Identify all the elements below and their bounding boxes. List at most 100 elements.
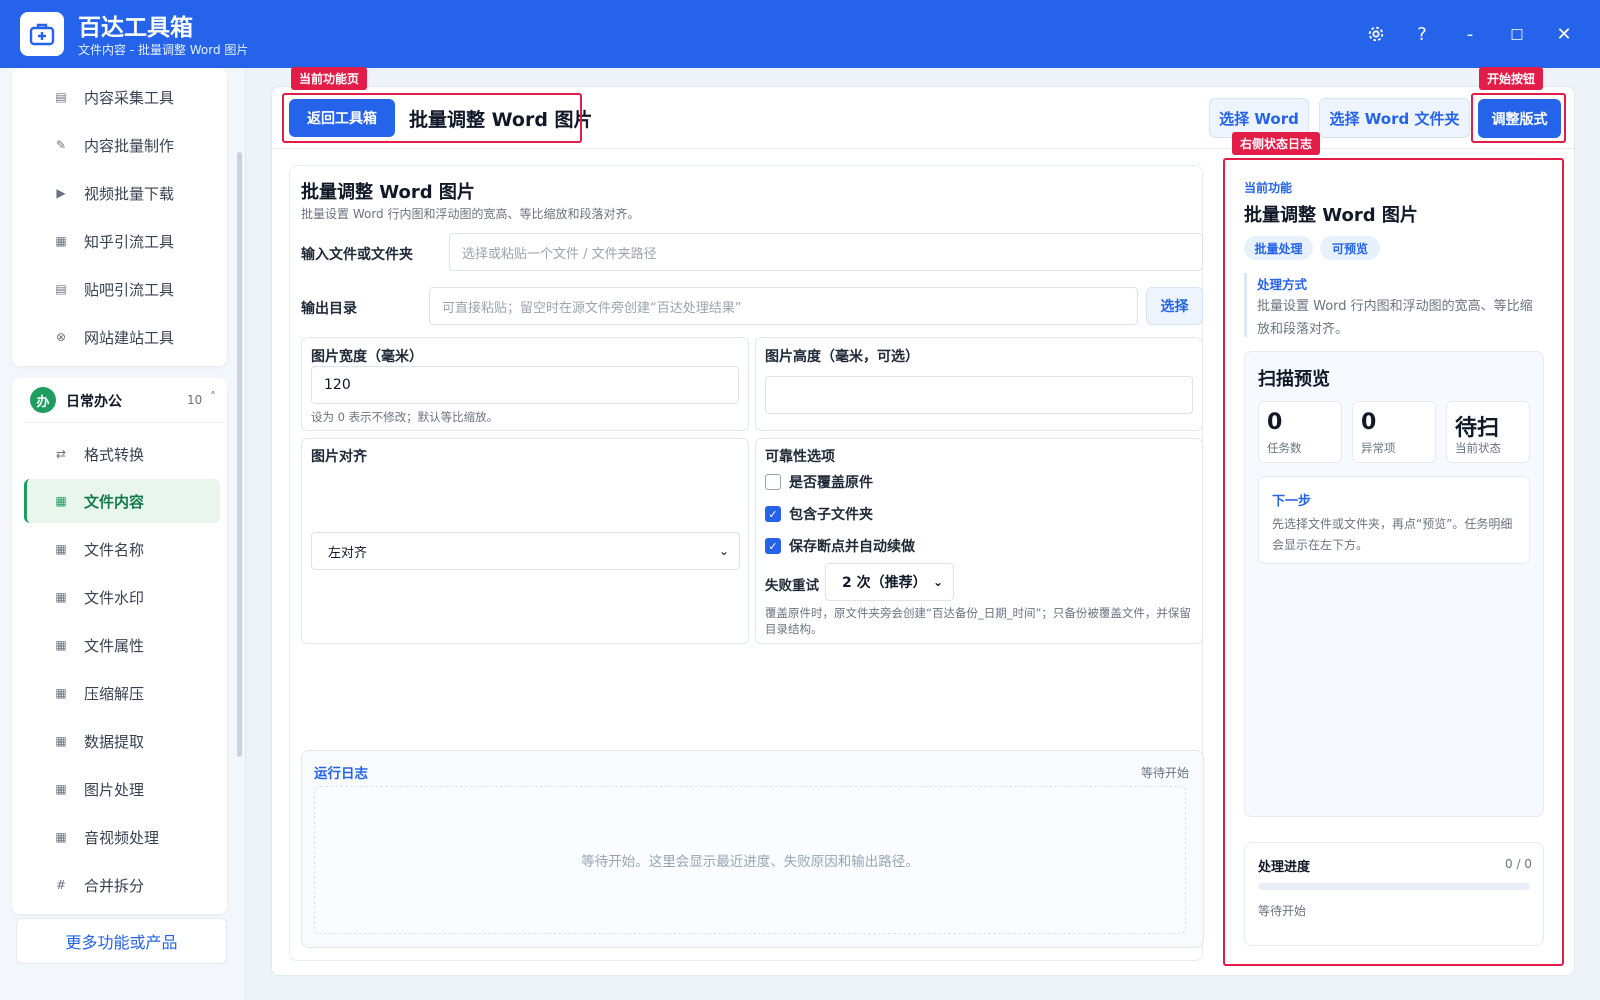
divider (24, 422, 224, 423)
sidebar-item-label: 内容采集工具 (84, 88, 175, 107)
method-title: 处理方式 (1257, 277, 1308, 292)
run-log-content: 等待开始。这里会显示最近进度、失败原因和输出路径。 (314, 786, 1186, 934)
sidebar-item-label: 知乎引流工具 (84, 232, 175, 251)
office-badge-icon: 办 (30, 387, 56, 413)
method-text: 批量设置 Word 行内图和浮动图的宽高、等比缩放和段落对齐。 (1257, 299, 1533, 337)
sidebar-item-compress[interactable]: ▦ 压缩解压 (24, 671, 220, 715)
form-description: 批量设置 Word 行内图和浮动图的宽高、等比缩放和段落对齐。 (301, 207, 640, 221)
reliability-label: 可靠性选项 (765, 449, 835, 465)
chevron-down-icon: ⌄ (718, 544, 729, 558)
sidebar-item-label: 内容批量制作 (84, 136, 175, 155)
toolbox-logo-icon (20, 12, 64, 56)
run-log-title: 运行日志 (314, 766, 368, 782)
sidebar-item-file-content[interactable]: ▦ 文件内容 (24, 479, 220, 523)
input-path-field[interactable]: 选择或粘贴一个文件 / 文件夹路径 (449, 233, 1203, 271)
overwrite-label: 是否覆盖原件 (789, 475, 873, 491)
hash-icon: # (55, 878, 67, 892)
overwrite-option[interactable]: 是否覆盖原件 (765, 472, 873, 492)
sidebar-item-label: 图片处理 (84, 780, 145, 799)
resume-label: 保存断点并自动续做 (789, 539, 915, 555)
chip-batch: 批量处理 (1244, 236, 1313, 260)
stat-current-state-label: 当前状态 (1455, 441, 1501, 455)
sidebar-item-content-collect[interactable]: ▤ 内容采集工具 (24, 75, 220, 119)
sidebar-item-file-name[interactable]: ▦ 文件名称 (24, 527, 220, 571)
output-select-button[interactable]: 选择 (1146, 287, 1203, 325)
include-subfolders-option[interactable]: ✓ 包含子文件夹 (765, 504, 873, 524)
sidebar-item-tieba[interactable]: ▤ 贴吧引流工具 (24, 267, 220, 311)
sidebar-item-website[interactable]: ⊗ 网站建站工具 (24, 315, 220, 359)
grid-icon: ▦ (55, 638, 67, 652)
input-path-label: 输入文件或文件夹 (301, 247, 413, 263)
stat-current-state: 待扫 当前状态 (1446, 401, 1530, 463)
resume-option[interactable]: ✓ 保存断点并自动续做 (765, 536, 915, 556)
sidebar-item-file-watermark[interactable]: ▦ 文件水印 (24, 575, 220, 619)
sidebar-item-audio-video[interactable]: ▦ 音视频处理 (24, 815, 220, 859)
close-button[interactable]: ✕ (1550, 20, 1578, 48)
overwrite-checkbox[interactable] (765, 474, 781, 490)
retry-select[interactable]: 2 次（推荐） ⌄ (825, 563, 954, 601)
current-feature-label: 当前功能 (1244, 181, 1293, 195)
output-dir-field[interactable]: 可直接粘贴；留空时在源文件旁创建“百达处理结果” (429, 287, 1138, 325)
globe-icon: ⊗ (55, 330, 67, 344)
width-input[interactable]: 120 (311, 366, 739, 404)
align-select[interactable]: 左对齐 ⌄ (311, 532, 740, 570)
page-title: 批量调整 Word 图片 (409, 109, 593, 131)
grid-icon: ▦ (55, 782, 67, 796)
sidebar-item-label: 文件名称 (84, 540, 145, 559)
minimize-button[interactable]: - (1456, 20, 1484, 48)
sidebar-item-data-extract[interactable]: ▦ 数据提取 (24, 719, 220, 763)
select-word-folder-button[interactable]: 选择 Word 文件夹 (1319, 98, 1470, 138)
app-subtitle: 文件内容 - 批量调整 Word 图片 (78, 43, 249, 57)
document-icon: ▤ (55, 90, 67, 104)
sidebar-item-label: 音视频处理 (84, 828, 160, 847)
annotation-tag-current-page: 当前功能页 (291, 67, 368, 90)
sidebar-item-label: 视频批量下载 (84, 184, 175, 203)
scan-preview-title: 扫描预览 (1258, 369, 1330, 390)
output-dir-label: 输出目录 (301, 301, 357, 317)
chevron-up-icon: ˄ (210, 390, 216, 404)
stat-task-count-label: 任务数 (1267, 441, 1302, 455)
next-step-title: 下一步 (1272, 494, 1312, 509)
sidebar-item-label: 贴吧引流工具 (84, 280, 175, 299)
gear-icon[interactable] (1362, 20, 1390, 48)
sidebar-item-label: 格式转换 (84, 445, 145, 464)
chip-preview: 可预览 (1320, 236, 1380, 260)
sidebar-item-label: 数据提取 (84, 732, 145, 751)
progress-status: 等待开始 (1258, 904, 1307, 918)
stat-task-count-value: 0 (1267, 410, 1283, 435)
sidebar-item-image-processing[interactable]: ▦ 图片处理 (24, 767, 220, 811)
sidebar-item-format-convert[interactable]: ⇄ 格式转换 (24, 432, 220, 476)
align-select-value: 左对齐 (328, 545, 368, 561)
sidebar-item-video-download[interactable]: ▶ 视频批量下载 (24, 171, 220, 215)
sidebar-group-count: 10 (187, 393, 203, 407)
sidebar-item-content-batch[interactable]: ✎ 内容批量制作 (24, 123, 220, 167)
video-icon: ▶ (56, 186, 66, 200)
current-feature-title: 批量调整 Word 图片 (1244, 205, 1418, 226)
document-icon: ▤ (55, 282, 67, 296)
sidebar-item-zhihu[interactable]: ▦ 知乎引流工具 (24, 219, 220, 263)
sidebar-item-file-properties[interactable]: ▦ 文件属性 (24, 623, 220, 667)
maximize-button[interactable]: □ (1503, 20, 1531, 48)
progress-title: 处理进度 (1258, 860, 1311, 875)
stat-error-count: 0 异常项 (1352, 401, 1436, 463)
sidebar-scroll-thumb[interactable] (237, 152, 242, 757)
back-to-toolbox-button[interactable]: 返回工具箱 (289, 99, 395, 137)
annotation-tag-start-button: 开始按钮 (1479, 67, 1544, 90)
help-button[interactable]: ? (1408, 20, 1436, 48)
annotation-tag-right-log: 右侧状态日志 (1232, 132, 1321, 155)
retry-label: 失败重试 (765, 578, 819, 594)
progress-bar (1258, 883, 1530, 890)
accent-bar (1244, 273, 1247, 337)
resume-checkbox[interactable]: ✓ (765, 538, 781, 554)
height-input[interactable] (765, 376, 1193, 414)
backup-hint: 覆盖原件时，原文件夹旁会创建“百达备份_日期_时间”；只备份被覆盖文件，并保留目… (765, 606, 1191, 636)
app-title: 百达工具箱 (78, 15, 193, 41)
sidebar-group-header[interactable]: 办 日常办公 10 ˄ (24, 380, 224, 422)
include-subfolders-checkbox[interactable]: ✓ (765, 506, 781, 522)
sidebar-item-merge-split[interactable]: # 合并拆分 (24, 863, 220, 907)
grid-icon: ▦ (55, 686, 67, 700)
align-label: 图片对齐 (311, 449, 367, 465)
more-products-button[interactable]: 更多功能或产品 (16, 918, 227, 964)
pen-icon: ✎ (55, 138, 67, 152)
start-adjust-button[interactable]: 调整版式 (1478, 99, 1561, 138)
